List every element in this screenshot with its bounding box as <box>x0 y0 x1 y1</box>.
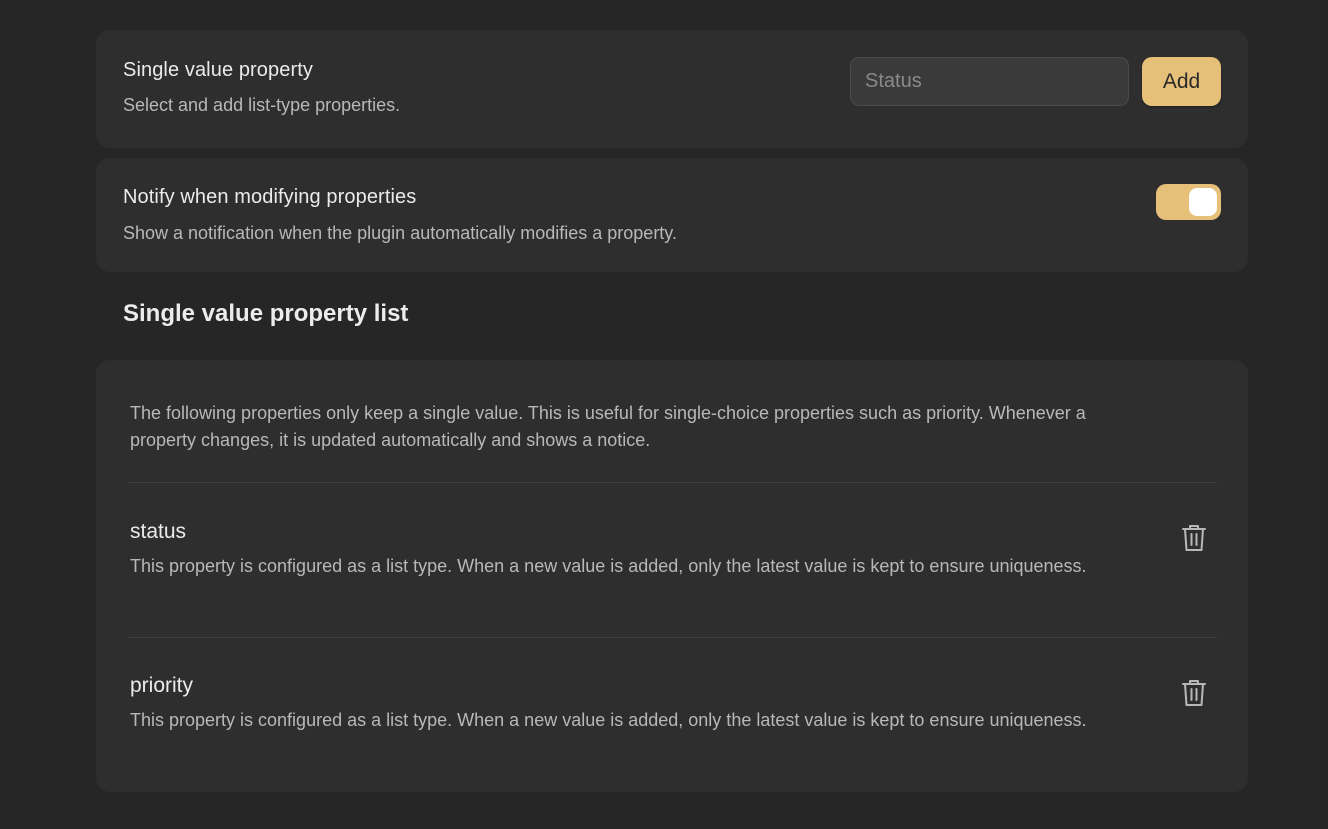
property-name: status <box>130 520 187 543</box>
delete-button[interactable] <box>1176 675 1212 711</box>
setting-description: Select and add list-type properties. <box>123 95 401 115</box>
divider <box>129 482 1217 483</box>
trash-icon <box>1182 525 1206 551</box>
settings-page: Single value property Select and add lis… <box>0 0 1328 829</box>
property-list-card: The following properties only keep a sin… <box>96 360 1248 792</box>
divider <box>129 637 1217 638</box>
property-name-input[interactable] <box>850 57 1129 106</box>
property-name: priority <box>130 674 194 697</box>
add-button[interactable]: Add <box>1142 57 1221 106</box>
toggle-knob <box>1189 188 1217 216</box>
setting-title: Notify when modifying properties <box>123 186 417 208</box>
setting-title: Single value property <box>123 59 313 81</box>
trash-icon <box>1182 680 1206 706</box>
property-description: This property is configured as a list ty… <box>130 556 1087 576</box>
single-value-property-setting: Single value property Select and add lis… <box>96 30 1248 148</box>
delete-button[interactable] <box>1176 520 1212 556</box>
section-heading: Single value property list <box>123 300 409 327</box>
setting-description: Show a notification when the plugin auto… <box>123 223 677 243</box>
list-intro: The following properties only keep a sin… <box>130 403 1086 450</box>
property-description: This property is configured as a list ty… <box>130 710 1087 730</box>
notify-setting: Notify when modifying properties Show a … <box>96 158 1248 272</box>
notify-toggle[interactable] <box>1156 184 1221 220</box>
